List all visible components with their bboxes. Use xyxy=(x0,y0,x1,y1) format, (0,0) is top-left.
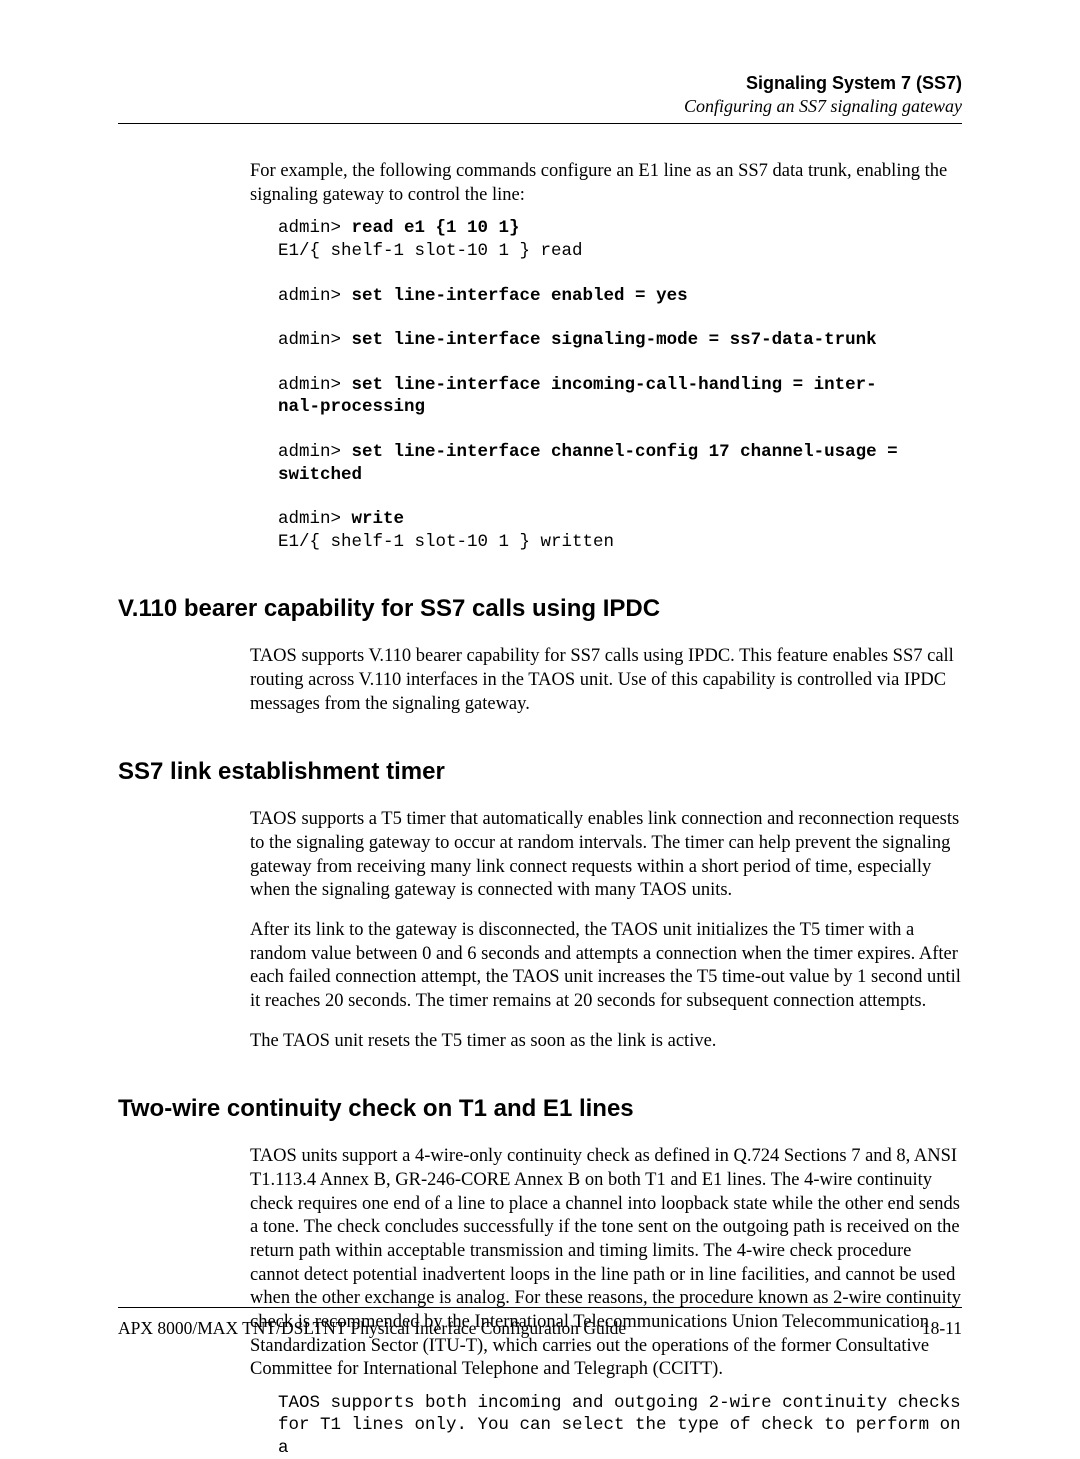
content: For example, the following commands conf… xyxy=(118,160,962,1459)
code-output: E1/{ shelf-1 slot-10 1 } read xyxy=(278,241,583,261)
code-prompt: admin> xyxy=(278,509,352,529)
code-line: for T1 lines only. You can select the ty… xyxy=(278,1415,971,1457)
intro-paragraph: For example, the following commands conf… xyxy=(250,160,962,207)
running-head-title: Signaling System 7 (SS7) xyxy=(118,72,962,95)
footer-doc-title: APX 8000/MAX TNT/DSLTNT Physical Interfa… xyxy=(118,1318,626,1339)
code-prompt: admin> xyxy=(278,286,352,306)
code-prompt: admin> xyxy=(278,330,352,350)
code-command-cont: switched xyxy=(278,465,362,485)
code-prompt: admin> xyxy=(278,375,352,395)
section-two-wire-body: TAOS units support a 4-wire-only continu… xyxy=(250,1145,962,1459)
paragraph: After its link to the gateway is disconn… xyxy=(250,919,962,1014)
running-head: Signaling System 7 (SS7) Configuring an … xyxy=(118,72,962,117)
paragraph: TAOS supports V.110 bearer capability fo… xyxy=(250,645,962,716)
intro-block: For example, the following commands conf… xyxy=(250,160,962,553)
code-prompt: admin> xyxy=(278,218,352,238)
section-v110-body: TAOS supports V.110 bearer capability fo… xyxy=(250,645,962,716)
code-command: set line-interface channel-config 17 cha… xyxy=(352,442,909,462)
heading-ss7-timer: SS7 link establishment timer xyxy=(118,758,962,786)
paragraph: The TAOS unit resets the T5 timer as soo… xyxy=(250,1030,962,1054)
heading-two-wire: Two-wire continuity check on T1 and E1 l… xyxy=(118,1095,962,1123)
code-command: read e1 {1 10 1} xyxy=(352,218,520,238)
code-command: set line-interface signaling-mode = ss7-… xyxy=(352,330,877,350)
code-command-cont: nal-processing xyxy=(278,397,425,417)
header-rule xyxy=(118,123,962,124)
code-command: set line-interface incoming-call-handlin… xyxy=(352,375,877,395)
running-head-subtitle: Configuring an SS7 signaling gateway xyxy=(118,95,962,118)
code-command: set line-interface enabled = yes xyxy=(352,286,688,306)
code-prompt: admin> xyxy=(278,442,352,462)
code-block-e1-config: admin> read e1 {1 10 1} E1/{ shelf-1 slo… xyxy=(278,217,962,553)
code-line: TAOS supports both incoming and outgoing… xyxy=(278,1393,971,1413)
code-output: E1/{ shelf-1 slot-10 1 } written xyxy=(278,532,614,552)
section-ss7-timer-body: TAOS supports a T5 timer that automatica… xyxy=(250,808,962,1053)
footer-row: APX 8000/MAX TNT/DSLTNT Physical Interfa… xyxy=(118,1318,962,1339)
footer: APX 8000/MAX TNT/DSLTNT Physical Interfa… xyxy=(118,1307,962,1339)
paragraph: TAOS supports a T5 timer that automatica… xyxy=(250,808,962,903)
code-block-two-wire: TAOS supports both incoming and outgoing… xyxy=(278,1392,962,1459)
heading-v110: V.110 bearer capability for SS7 calls us… xyxy=(118,595,962,623)
code-command: write xyxy=(352,509,405,529)
page: Signaling System 7 (SS7) Configuring an … xyxy=(0,0,1080,1397)
footer-rule xyxy=(118,1307,962,1308)
paragraph: TAOS units support a 4-wire-only continu… xyxy=(250,1145,962,1382)
footer-page-number: 18-11 xyxy=(922,1318,962,1339)
